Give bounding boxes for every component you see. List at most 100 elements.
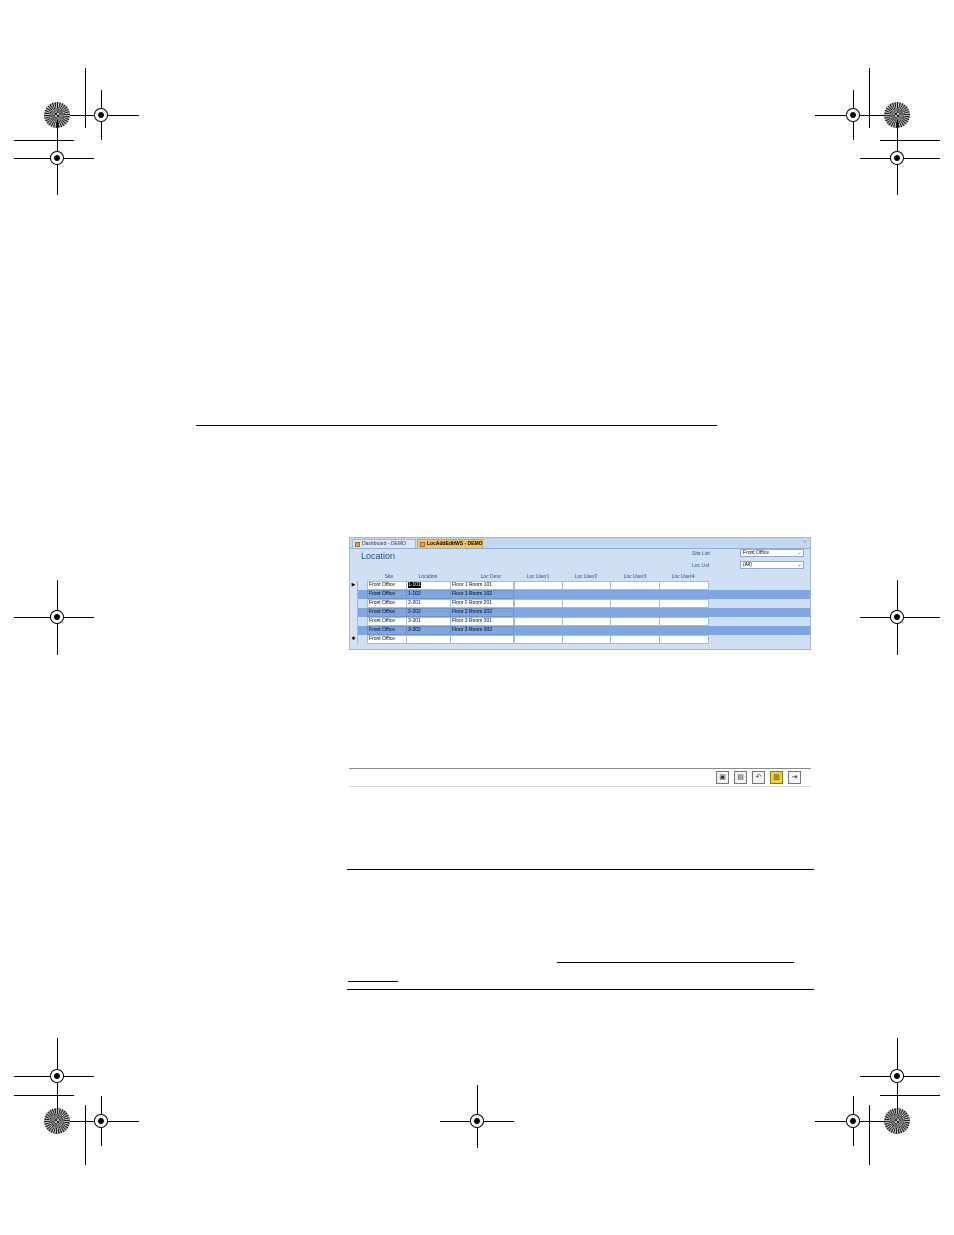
- column-header-loc-user2: Loc User2: [574, 574, 598, 580]
- column-header-loc-user1: Loc User1: [526, 574, 550, 580]
- loc-desc-cell[interactable]: [450, 635, 514, 644]
- loc-user3-cell[interactable]: [610, 599, 660, 608]
- loc-user2-cell[interactable]: [562, 581, 611, 590]
- table-row-new[interactable]: ✱ Front Office: [350, 635, 810, 644]
- loc-desc-cell[interactable]: Floor 1 Room 102: [450, 590, 514, 599]
- chevron-down-icon[interactable]: ⌄: [796, 550, 803, 556]
- color-target-icon: [884, 1108, 910, 1134]
- loc-user2-cell[interactable]: [562, 617, 611, 626]
- registration-mark-icon: [846, 108, 860, 122]
- site-list-value: Front Office: [743, 550, 770, 556]
- loc-user3-cell[interactable]: [610, 635, 660, 644]
- registration-mark-icon: [94, 1114, 108, 1128]
- location-cell[interactable]: 3-301: [406, 617, 451, 626]
- location-cell[interactable]: 1-101: [406, 581, 451, 590]
- table-row[interactable]: Front Office 2-202 Floor 2 Room 202: [350, 608, 810, 617]
- loc-list-combo[interactable]: (All) ⌄: [740, 561, 804, 569]
- crop-line: [14, 1095, 74, 1096]
- site-cell[interactable]: Front Office: [367, 581, 407, 590]
- table-row[interactable]: Front Office 2-201 Floor 2 Room 201: [350, 599, 810, 608]
- location-cell[interactable]: 3-302: [406, 626, 451, 635]
- loc-user4-cell[interactable]: [659, 581, 709, 590]
- save-record-button[interactable]: ▤: [734, 771, 747, 784]
- loc-desc-cell[interactable]: Floor 1 Room 101: [450, 581, 514, 590]
- column-header-loc-user4: Loc User4: [671, 574, 695, 580]
- tab-locaddeditws[interactable]: LocAddEditWS - DEMO: [417, 539, 483, 548]
- form-icon: [355, 542, 360, 547]
- new-record-button[interactable]: ▣: [716, 771, 729, 784]
- tab-dashboard-label: Dashboard - DEMO: [362, 541, 406, 547]
- location-cell-text: 1-101: [408, 582, 421, 588]
- loc-user2-cell[interactable]: [562, 635, 611, 644]
- loc-desc-cell[interactable]: Floor 3 Room 301: [450, 617, 514, 626]
- header-rule: [196, 425, 717, 426]
- registration-mark-icon: [50, 610, 64, 624]
- registration-mark-icon: [890, 151, 904, 165]
- site-cell[interactable]: Front Office: [367, 635, 407, 644]
- save-record-icon: ▤: [737, 774, 744, 781]
- loc-user4-cell[interactable]: [659, 617, 709, 626]
- undo-button[interactable]: ↶: [752, 771, 765, 784]
- color-target-icon: [44, 1108, 70, 1134]
- loc-user2-cell[interactable]: [562, 599, 611, 608]
- loc-user3-cell[interactable]: [610, 617, 660, 626]
- column-header-site: Site: [384, 574, 394, 580]
- loc-desc-cell[interactable]: Floor 2 Room 201: [450, 599, 514, 608]
- loc-desc-cell[interactable]: Floor 2 Room 202: [450, 608, 514, 617]
- loc-user4-cell[interactable]: [659, 599, 709, 608]
- loc-user3-cell[interactable]: [610, 581, 660, 590]
- location-cell[interactable]: [406, 635, 451, 644]
- close-icon[interactable]: ×: [803, 538, 807, 548]
- registration-mark-icon: [890, 610, 904, 624]
- loc-list-label: Loc List: [692, 563, 710, 569]
- new-record-selector[interactable]: ✱: [350, 635, 358, 644]
- table-row[interactable]: Front Office 3-301 Floor 3 Room 301: [350, 617, 810, 626]
- table-row[interactable]: Front Office 3-302 Floor 3 Room 302: [350, 626, 810, 635]
- column-header-loc-user3: Loc User3: [623, 574, 647, 580]
- table-row[interactable]: Front Office 1-102 Floor 1 Room 102: [350, 590, 810, 599]
- record-toolbar: ▣ ▤ ↶ ▥ ⇥: [349, 768, 811, 787]
- record-selector[interactable]: ▶: [350, 581, 358, 590]
- exit-button[interactable]: ⇥: [788, 771, 801, 784]
- tab-dashboard[interactable]: Dashboard - DEMO: [352, 539, 416, 548]
- loc-desc-cell[interactable]: Floor 3 Room 302: [450, 626, 514, 635]
- crop-line: [85, 68, 86, 128]
- site-cell[interactable]: Front Office: [367, 608, 407, 617]
- delete-button[interactable]: ▥: [770, 771, 783, 784]
- loc-user1-cell[interactable]: [514, 635, 563, 644]
- registration-mark-icon: [94, 108, 108, 122]
- crop-line: [880, 1095, 940, 1096]
- loc-user1-cell[interactable]: [514, 617, 563, 626]
- location-cell[interactable]: 2-202: [406, 608, 451, 617]
- loc-user1-cell[interactable]: [514, 599, 563, 608]
- location-form-window: Dashboard - DEMO LocAddEditWS - DEMO × L…: [349, 537, 811, 650]
- link-underline[interactable]: [557, 962, 794, 963]
- exit-icon: ⇥: [791, 774, 798, 781]
- registration-mark-icon: [890, 1069, 904, 1083]
- link-underline-continued[interactable]: [348, 981, 398, 982]
- table-row[interactable]: ▶ Front Office 1-101 Floor 1 Room 101: [350, 581, 810, 590]
- chevron-down-icon[interactable]: ⌄: [796, 562, 803, 568]
- site-cell[interactable]: Front Office: [367, 599, 407, 608]
- site-cell[interactable]: Front Office: [367, 590, 407, 599]
- site-list-label: Site List: [692, 551, 710, 557]
- crop-line: [869, 68, 870, 128]
- record-selector[interactable]: [350, 608, 358, 617]
- record-selector[interactable]: [350, 599, 358, 608]
- registration-mark-icon: [50, 151, 64, 165]
- record-selector[interactable]: [350, 626, 358, 635]
- loc-user1-cell[interactable]: [514, 581, 563, 590]
- site-cell[interactable]: Front Office: [367, 617, 407, 626]
- loc-user4-cell[interactable]: [659, 635, 709, 644]
- registration-mark-icon: [470, 1114, 484, 1128]
- form-icon: [420, 542, 425, 547]
- document-tabs: Dashboard - DEMO LocAddEditWS - DEMO ×: [350, 538, 810, 549]
- site-list-combo[interactable]: Front Office ⌄: [740, 549, 804, 557]
- location-cell[interactable]: 1-102: [406, 590, 451, 599]
- location-cell[interactable]: 2-201: [406, 599, 451, 608]
- record-selector[interactable]: [350, 617, 358, 626]
- record-selector[interactable]: [350, 590, 358, 599]
- crop-line: [869, 1105, 870, 1165]
- site-cell[interactable]: Front Office: [367, 626, 407, 635]
- footer-rule: [347, 989, 814, 990]
